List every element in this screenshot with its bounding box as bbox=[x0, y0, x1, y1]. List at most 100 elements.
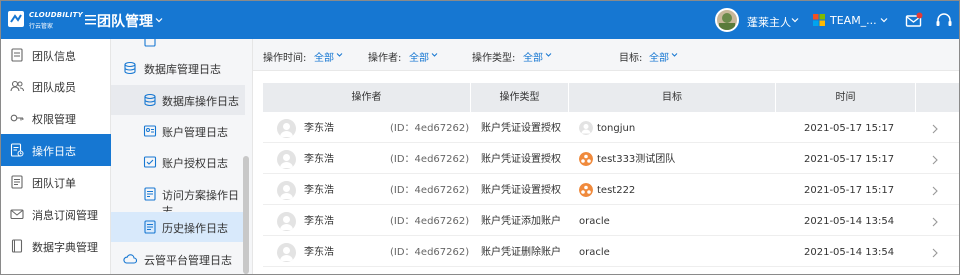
chevron-right-icon[interactable] bbox=[931, 186, 939, 196]
subnav-item-label: 云管平台管理日志 bbox=[144, 254, 232, 267]
avatar bbox=[277, 150, 296, 169]
avatar bbox=[277, 119, 296, 138]
operator-name: 李东浩 bbox=[304, 247, 334, 258]
sidebar-item-label: 消息订阅管理 bbox=[32, 209, 98, 222]
team-icon bbox=[579, 183, 593, 197]
operator-name: 李东浩 bbox=[304, 216, 334, 227]
subnav-item-account-auth-log[interactable]: 账户授权日志 bbox=[111, 147, 245, 177]
chevron-down-icon[interactable] bbox=[336, 52, 343, 58]
avatar bbox=[277, 212, 296, 231]
filter-operator-select[interactable]: 全部 bbox=[409, 49, 429, 64]
chevron-down-icon[interactable] bbox=[155, 16, 163, 24]
subnav-item-label: 数据库管理日志 bbox=[144, 63, 221, 76]
filter-label-time: 操作时间: bbox=[263, 53, 307, 64]
message-icon[interactable] bbox=[905, 12, 923, 28]
column-header-time: 时间 bbox=[776, 83, 916, 112]
operation-type: 账户凭证设置授权 bbox=[481, 123, 561, 134]
order-icon bbox=[11, 175, 23, 189]
chevron-down-icon[interactable] bbox=[880, 16, 888, 24]
chevron-right-icon[interactable] bbox=[931, 217, 939, 227]
subnav-item-cloud-platform-log[interactable]: 云管平台管理日志 bbox=[111, 244, 245, 274]
avatar bbox=[277, 243, 296, 262]
log-time: 2021-05-17 15:17 bbox=[804, 123, 895, 134]
key-icon bbox=[10, 114, 24, 122]
table-row[interactable]: 李东浩 (ID：4ed67262) 账户凭证设置授权 tongjun 2021-… bbox=[263, 114, 959, 143]
sidebar-item-permissions[interactable]: 权限管理 bbox=[1, 102, 111, 134]
target-name: tongjun bbox=[597, 123, 636, 134]
team-selector[interactable]: TEAM_... bbox=[830, 14, 877, 27]
subnav-item-label: 账户管理日志 bbox=[162, 126, 228, 139]
sidebar-item-team-members[interactable]: 团队成员 bbox=[1, 70, 111, 102]
team-icon bbox=[579, 152, 593, 166]
column-header-action bbox=[916, 83, 959, 112]
subnav-item-history-log[interactable]: 历史操作日志 bbox=[111, 212, 245, 242]
log-time: 2021-05-17 15:17 bbox=[804, 185, 895, 196]
log-time: 2021-05-14 13:54 bbox=[804, 247, 895, 258]
table-header: 操作者 操作类型 目标 时间 bbox=[263, 83, 959, 112]
target-name: oracle bbox=[579, 216, 610, 227]
column-header-operator: 操作者 bbox=[263, 83, 471, 112]
subnav-item-database-operation-log[interactable]: 数据库操作日志 bbox=[111, 85, 245, 115]
app-title[interactable]: 团队管理 bbox=[97, 11, 153, 31]
chevron-down-icon[interactable] bbox=[545, 52, 552, 58]
subnav-item-access-plan-log[interactable]: 访问方案操作日志 bbox=[111, 179, 245, 218]
table-row[interactable]: 李东浩 (ID：4ed67262) 账户凭证设置授权 test333测试团队 2… bbox=[263, 145, 959, 174]
chevron-down-icon[interactable] bbox=[431, 52, 438, 58]
column-header-op-type: 操作类型 bbox=[471, 83, 569, 112]
target-name: test333测试团队 bbox=[597, 154, 676, 165]
user-avatar[interactable] bbox=[715, 8, 739, 32]
document-icon bbox=[11, 48, 23, 62]
subnav-item-account-management-log[interactable]: 账户管理日志 bbox=[111, 116, 245, 146]
chevron-down-icon[interactable] bbox=[671, 52, 678, 58]
table-row[interactable]: 李东浩 (ID：4ed67262) 账户凭证设置授权 test222 2021-… bbox=[263, 176, 959, 205]
menu-icon[interactable] bbox=[85, 14, 97, 26]
filter-label-op-type: 操作类型: bbox=[472, 53, 516, 64]
account-icon bbox=[143, 125, 157, 137]
sidebar-item-label: 权限管理 bbox=[32, 113, 76, 126]
document-icon bbox=[144, 39, 156, 47]
filter-label-target: 目标: bbox=[619, 53, 643, 64]
table-row[interactable]: 李东浩 (ID：4ed67262) 账户凭证添加账户 oracle 2021-0… bbox=[263, 207, 959, 236]
operator-id: (ID：4ed67262) bbox=[390, 247, 470, 258]
table-row[interactable]: 李东浩 (ID：4ed67262) 账户凭证删除账户 oracle 2021-0… bbox=[263, 238, 959, 267]
filter-bar: 操作时间: 全部 操作者: 全部 操作类型: 全部 目标: 全部 bbox=[253, 39, 959, 71]
chevron-right-icon[interactable] bbox=[931, 124, 939, 134]
sidebar: 团队信息 团队成员 权限管理 操作日志 团队订单 消息订阅管理 数据字典管理 bbox=[1, 39, 111, 274]
main-content: 操作时间: 全部 操作者: 全部 操作类型: 全部 目标: 全部 操作者 操作类… bbox=[253, 39, 959, 274]
operator-name: 李东浩 bbox=[304, 123, 334, 134]
subnav-scrollbar[interactable] bbox=[243, 156, 249, 274]
history-icon bbox=[144, 220, 156, 234]
access-plan-icon bbox=[144, 187, 156, 201]
support-headset-icon[interactable] bbox=[935, 11, 953, 29]
account-auth-icon bbox=[143, 156, 157, 168]
mail-icon bbox=[10, 209, 24, 220]
sidebar-item-message-subscription[interactable]: 消息订阅管理 bbox=[1, 198, 111, 230]
filter-target-select[interactable]: 全部 bbox=[649, 49, 669, 64]
chevron-down-icon[interactable] bbox=[791, 16, 799, 24]
logo-text: CLOUDBILITY bbox=[29, 11, 83, 19]
subnav-item-label: 数据库操作日志 bbox=[162, 95, 239, 108]
chevron-right-icon[interactable] bbox=[931, 155, 939, 165]
logo[interactable]: CLOUDBILITY 行云管家 bbox=[7, 9, 87, 31]
subnav-item-label: 历史操作日志 bbox=[162, 222, 228, 235]
database-icon bbox=[124, 61, 136, 75]
sidebar-item-label: 团队订单 bbox=[32, 177, 76, 190]
sidebar-item-team-info[interactable]: 团队信息 bbox=[1, 39, 111, 71]
sidebar-item-data-dictionary[interactable]: 数据字典管理 bbox=[1, 230, 111, 262]
operator-id: (ID：4ed67262) bbox=[390, 154, 470, 165]
user-name[interactable]: 蓬莱主人 bbox=[747, 14, 791, 30]
chevron-right-icon[interactable] bbox=[931, 248, 939, 258]
filter-label-operator: 操作者: bbox=[368, 53, 402, 64]
operation-type: 账户凭证设置授权 bbox=[481, 185, 561, 196]
filter-op-type-select[interactable]: 全部 bbox=[523, 49, 543, 64]
avatar bbox=[277, 181, 296, 200]
target-name: oracle bbox=[579, 247, 610, 258]
subnav-item-database-log[interactable]: 数据库管理日志 bbox=[111, 53, 245, 83]
operator-name: 李东浩 bbox=[304, 185, 334, 196]
log-subnav: 数据库管理日志 数据库操作日志 账户管理日志 账户授权日志 访问方案操作日志 历… bbox=[111, 39, 253, 274]
top-bar: CLOUDBILITY 行云管家 团队管理 蓬莱主人 TEAM_... bbox=[1, 1, 959, 39]
sidebar-item-team-orders[interactable]: 团队订单 bbox=[1, 166, 111, 198]
sidebar-item-operation-log[interactable]: 操作日志 bbox=[1, 134, 111, 166]
filter-time-select[interactable]: 全部 bbox=[314, 49, 334, 64]
users-icon bbox=[10, 80, 24, 92]
